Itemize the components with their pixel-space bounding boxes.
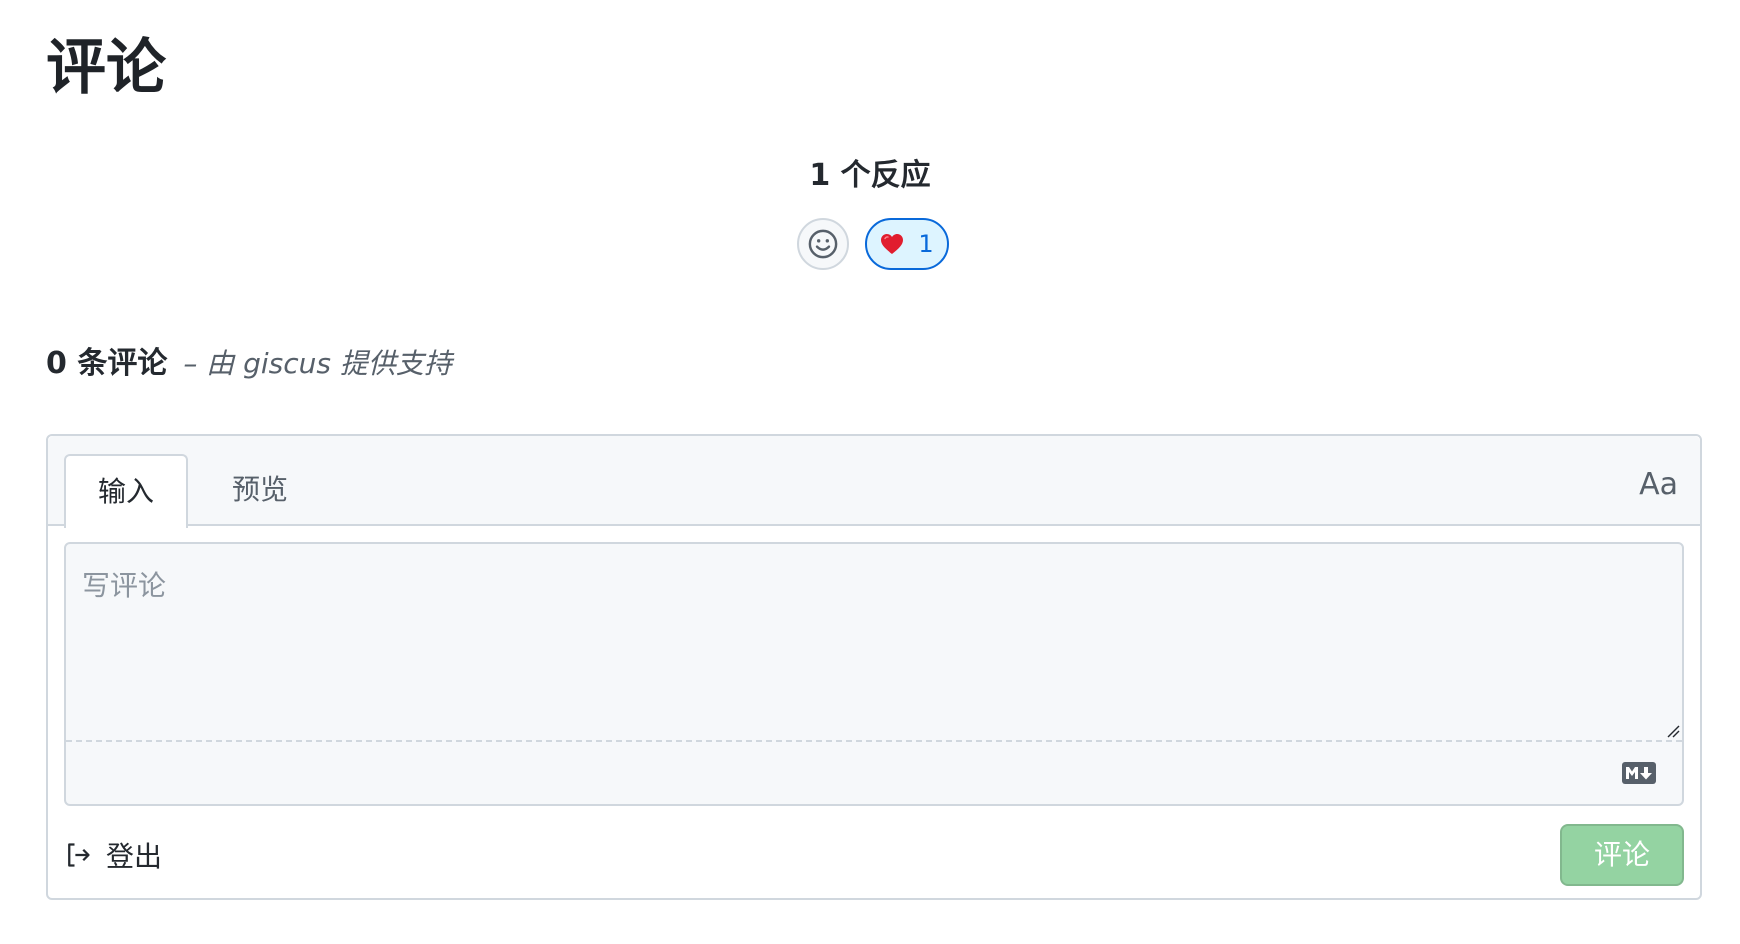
comment-textarea[interactable] <box>66 544 1682 742</box>
powered-by-link[interactable]: – 由 giscus 提供支持 <box>183 342 452 382</box>
reactions-count: 1 个反应 <box>809 158 931 193</box>
tab-write[interactable]: 输入 <box>64 454 188 528</box>
reaction-buttons: 1 <box>0 218 1740 270</box>
heart-reaction-button[interactable]: 1 <box>865 218 949 270</box>
submit-comment-button[interactable]: 评论 <box>1560 824 1684 886</box>
tab-preview[interactable]: 预览 <box>198 454 322 526</box>
page-title: 评论 <box>46 33 166 103</box>
editor-footer: 登出 评论 <box>64 824 1684 886</box>
heart-reaction-count: 1 <box>918 230 934 258</box>
comment-box: 输入 预览 Aa 登出 <box>46 434 1702 900</box>
reactions-section: 1 个反应 1 <box>0 150 1740 270</box>
comments-header: 0 条评论 – 由 giscus 提供支持 <box>46 338 452 382</box>
heart-icon <box>881 234 904 254</box>
giscus-comments-page: 评论 1 个反应 1 0 条评论 – 由 giscus 提供支持 输入 预览 A… <box>0 0 1740 944</box>
add-reaction-button[interactable] <box>797 218 849 270</box>
sign-out-button[interactable]: 登出 <box>64 824 162 886</box>
comment-editor <box>64 542 1684 806</box>
sign-out-icon <box>68 843 90 867</box>
font-toggle-button[interactable]: Aa <box>1639 462 1678 508</box>
comments-count: 0 条评论 <box>46 346 168 381</box>
sign-out-label: 登出 <box>106 840 163 873</box>
markdown-icon[interactable] <box>1622 762 1656 784</box>
smiley-icon <box>808 229 838 259</box>
resize-handle-icon[interactable] <box>1666 724 1680 738</box>
editor-tabbar: 输入 预览 Aa <box>48 436 1700 528</box>
